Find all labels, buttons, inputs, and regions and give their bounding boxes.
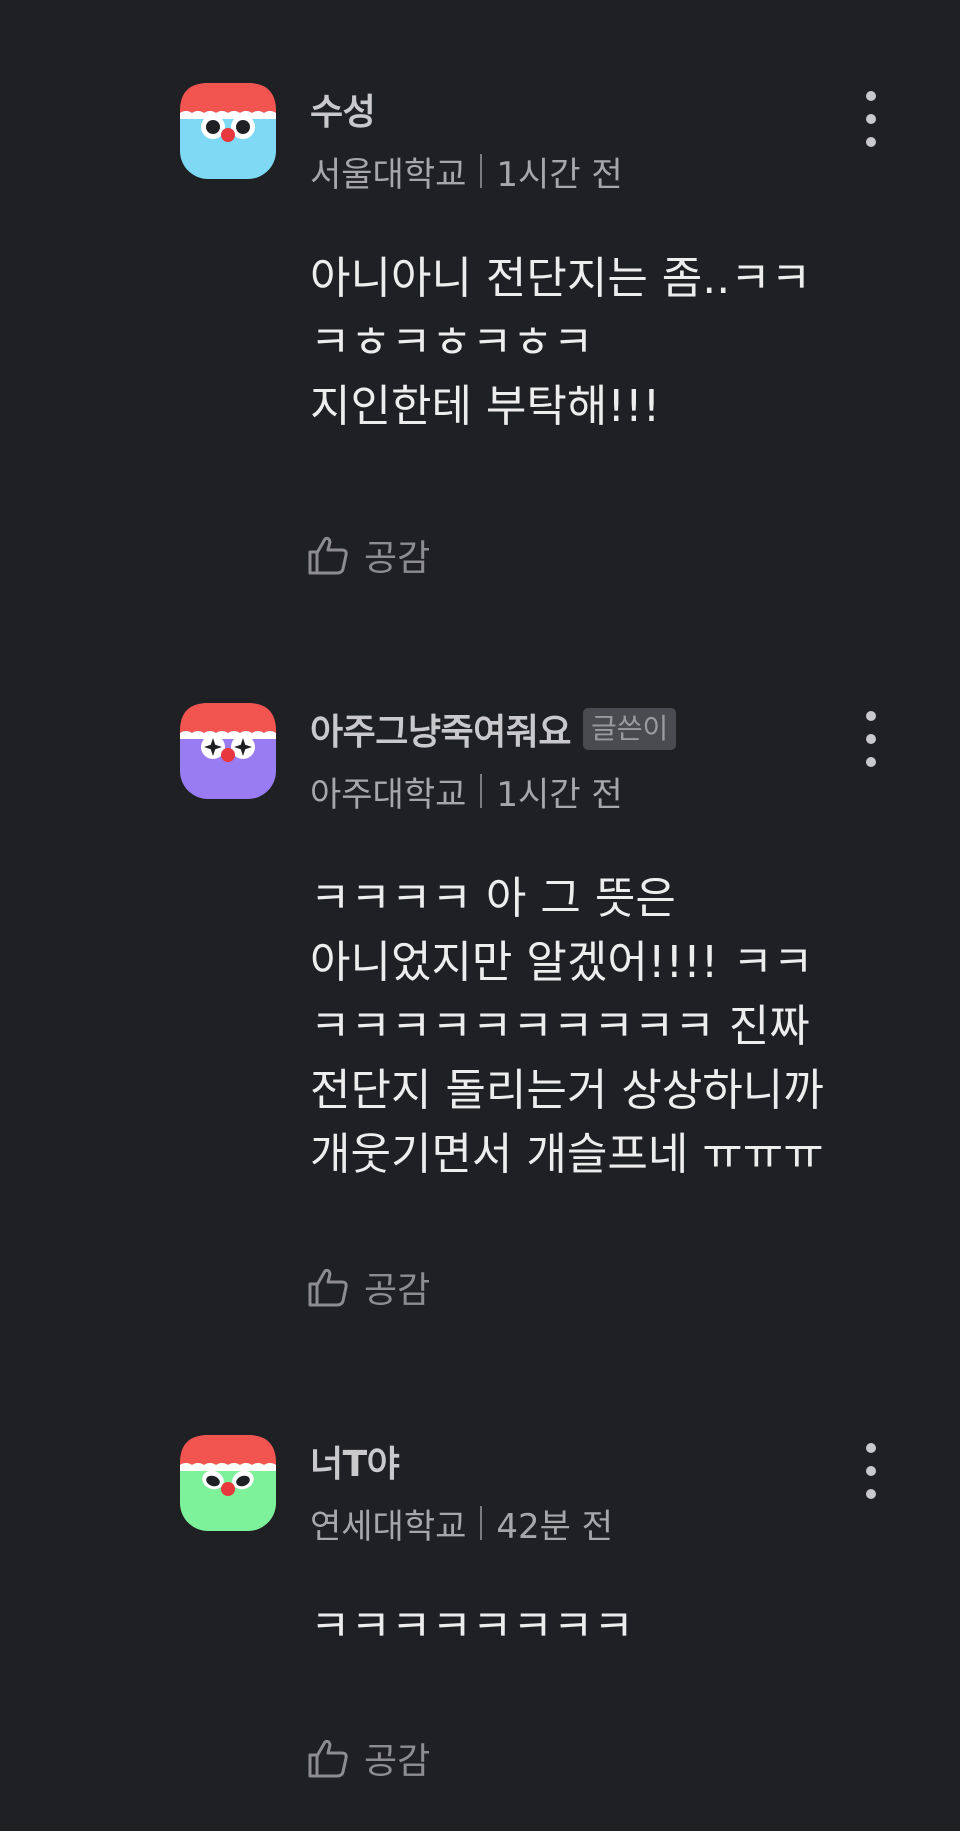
author-name[interactable]: 수성 xyxy=(310,83,376,135)
timestamp: 42분 전 xyxy=(496,1506,614,1547)
timestamp: 1시간 전 xyxy=(496,154,623,195)
thumbs-up-icon xyxy=(308,1268,348,1307)
author-name[interactable]: 너T야 xyxy=(310,1435,400,1487)
comment-meta: 서울대학교 1시간 전 xyxy=(310,149,623,195)
like-button[interactable]: 공감 xyxy=(306,530,430,580)
author-row: 너T야 xyxy=(310,1439,400,1485)
school-name: 서울대학교 xyxy=(310,154,467,195)
like-label: 공감 xyxy=(364,1270,431,1311)
more-options-button[interactable] xyxy=(856,711,886,767)
more-options-button[interactable] xyxy=(856,91,886,147)
owl-avatar-icon[interactable] xyxy=(180,83,276,179)
like-button[interactable]: 공감 xyxy=(306,1262,430,1312)
thumbs-up-icon xyxy=(308,1739,348,1778)
more-options-button[interactable] xyxy=(856,1443,886,1499)
comment-text: ㅋㅋㅋㅋㅋㅋㅋㅋ xyxy=(310,1601,634,1652)
timestamp: 1시간 전 xyxy=(496,774,623,815)
author-name[interactable]: 아주그냥죽여줘요 xyxy=(310,703,571,755)
more-vertical-icon xyxy=(866,91,876,101)
like-button[interactable]: 공감 xyxy=(306,1733,430,1783)
comment-meta: 아주대학교 1시간 전 xyxy=(310,769,623,815)
school-name: 아주대학교 xyxy=(310,774,467,815)
author-row: 수성 xyxy=(310,87,376,133)
thumbs-up-icon xyxy=(308,536,348,575)
comment-text: 아니아니 전단지는 좀..ㅋㅋ ㅋㅎㅋㅎㅋㅎㅋ 지인한테 부탁해!!! xyxy=(310,253,812,432)
owl-avatar-icon[interactable] xyxy=(180,1435,276,1531)
meta-divider xyxy=(480,774,483,808)
author-badge: 글쓴이 xyxy=(582,708,677,750)
meta-divider xyxy=(480,1506,483,1540)
more-vertical-icon xyxy=(866,711,876,721)
comment-meta: 연세대학교 42분 전 xyxy=(310,1501,614,1547)
more-vertical-icon xyxy=(866,1443,876,1453)
meta-divider xyxy=(480,154,483,188)
like-label: 공감 xyxy=(364,1741,431,1782)
like-label: 공감 xyxy=(364,538,431,579)
owl-avatar-icon[interactable] xyxy=(180,703,276,799)
school-name: 연세대학교 xyxy=(310,1506,467,1547)
comment-text: ㅋㅋㅋㅋ 아 그 뜻은 아니었지만 알겠어!!!! ㅋㅋ ㅋㅋㅋㅋㅋㅋㅋㅋㅋㅋ … xyxy=(310,873,824,1180)
author-row: 아주그냥죽여줘요 글쓴이 xyxy=(310,707,677,753)
